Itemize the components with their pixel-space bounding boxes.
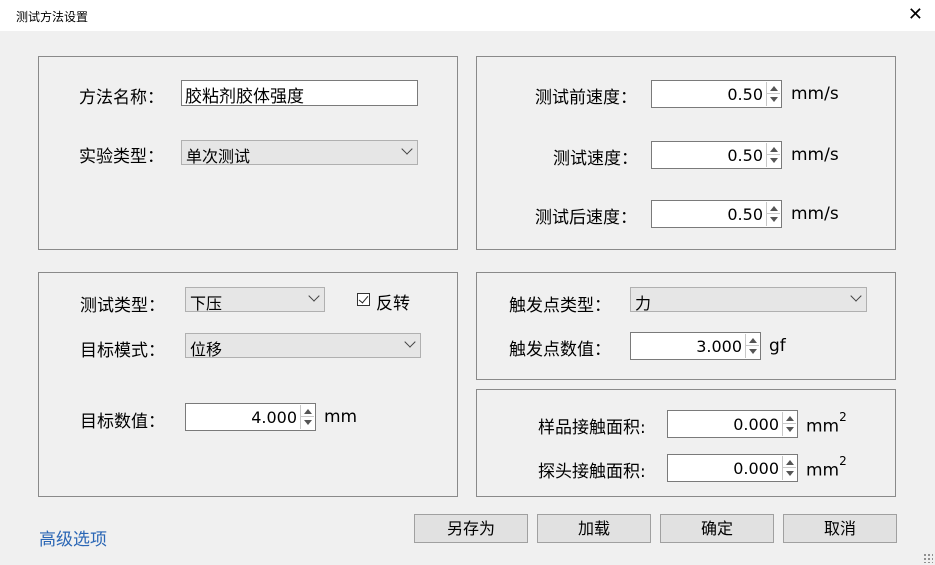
spin-buttons[interactable] xyxy=(766,82,780,106)
reverse-label: 反转 xyxy=(376,294,410,314)
pre-speed-label: 测试前速度： xyxy=(535,88,637,108)
test-speed-value: 0.50 xyxy=(727,146,763,165)
spin-up-icon[interactable] xyxy=(304,409,312,414)
spin-down-icon[interactable] xyxy=(786,427,794,432)
test-panel: 测试类型： 下压 反转 目标模式： 位移 目标数值： 4.000 mm xyxy=(38,272,458,497)
advanced-options-link[interactable]: 高级选项 xyxy=(39,525,107,550)
post-speed-label: 测试后速度： xyxy=(535,208,637,228)
method-name-label: 方法名称： xyxy=(79,88,164,108)
trigger-panel: 触发点类型： 力 触发点数值： 3.000 gf xyxy=(476,272,896,380)
chevron-down-icon xyxy=(850,290,862,302)
target-mode-value: 位移 xyxy=(190,340,223,359)
spin-down-icon[interactable] xyxy=(304,420,312,425)
save-as-button[interactable]: 另存为 xyxy=(414,514,528,543)
spin-up-icon[interactable] xyxy=(786,416,794,421)
target-mode-label: 目标模式： xyxy=(80,341,165,361)
experiment-type-select[interactable]: 单次测试 xyxy=(181,140,418,166)
test-type-value: 下压 xyxy=(190,294,223,313)
cancel-button[interactable]: 取消 xyxy=(783,514,897,543)
reverse-checkbox[interactable] xyxy=(357,293,370,306)
speed-panel: 测试前速度： 0.50 mm/s 测试速度： 0.50 mm/s 测试后速度： … xyxy=(476,56,896,250)
test-speed-unit: mm/s xyxy=(791,145,839,165)
spin-up-icon[interactable] xyxy=(749,338,757,343)
spin-down-icon[interactable] xyxy=(770,158,778,163)
spin-down-icon[interactable] xyxy=(786,471,794,476)
chevron-down-icon xyxy=(308,290,320,302)
spin-down-icon[interactable] xyxy=(770,97,778,102)
title-bar: 测试方法设置 ✕ xyxy=(0,0,935,31)
spin-buttons[interactable] xyxy=(745,334,759,358)
probe-area-input[interactable]: 0.000 xyxy=(667,454,798,482)
probe-area-value: 0.000 xyxy=(733,459,779,478)
spin-buttons[interactable] xyxy=(300,405,314,429)
sample-area-label: 样品接触面积: xyxy=(538,418,646,438)
spin-up-icon[interactable] xyxy=(786,460,794,465)
post-speed-input[interactable]: 0.50 xyxy=(651,200,782,228)
ok-button[interactable]: 确定 xyxy=(660,514,774,543)
target-value-unit: mm xyxy=(324,407,358,427)
trigger-type-value: 力 xyxy=(635,294,652,313)
trigger-value-value: 3.000 xyxy=(696,337,742,356)
spin-buttons[interactable] xyxy=(782,412,796,436)
chevron-down-icon xyxy=(404,336,416,348)
load-button[interactable]: 加载 xyxy=(537,514,651,543)
post-speed-unit: mm/s xyxy=(791,204,839,224)
trigger-value-label: 触发点数值： xyxy=(509,340,611,360)
spin-up-icon[interactable] xyxy=(770,206,778,211)
pre-speed-unit: mm/s xyxy=(791,84,839,104)
dialog-content: 方法名称： 胶粘剂胶体强度 实验类型： 单次测试 测试前速度： 0.50 mm/… xyxy=(8,31,935,565)
test-type-label: 测试类型： xyxy=(80,296,165,316)
sample-area-input[interactable]: 0.000 xyxy=(667,410,798,438)
trigger-value-input[interactable]: 3.000 xyxy=(630,332,761,360)
method-panel: 方法名称： 胶粘剂胶体强度 实验类型： 单次测试 xyxy=(38,56,458,250)
target-value-value: 4.000 xyxy=(251,408,297,427)
spin-down-icon[interactable] xyxy=(749,349,757,354)
spin-up-icon[interactable] xyxy=(770,86,778,91)
spin-buttons[interactable] xyxy=(766,143,780,167)
pre-speed-input[interactable]: 0.50 xyxy=(651,80,782,108)
probe-area-label: 探头接触面积: xyxy=(538,462,646,482)
spin-down-icon[interactable] xyxy=(770,217,778,222)
target-mode-select[interactable]: 位移 xyxy=(185,333,421,359)
experiment-type-label: 实验类型： xyxy=(79,147,164,167)
probe-area-unit: mm2 xyxy=(806,454,847,481)
area-panel: 样品接触面积: 0.000 mm2 探头接触面积: 0.000 mm2 xyxy=(476,389,896,497)
spin-up-icon[interactable] xyxy=(770,147,778,152)
trigger-value-unit: gf xyxy=(769,336,786,356)
resize-grip-icon[interactable] xyxy=(923,553,933,563)
method-name-input[interactable]: 胶粘剂胶体强度 xyxy=(181,80,418,106)
sample-area-unit: mm2 xyxy=(806,410,847,437)
trigger-type-label: 触发点类型： xyxy=(509,296,611,316)
post-speed-value: 0.50 xyxy=(727,205,763,224)
test-speed-input[interactable]: 0.50 xyxy=(651,141,782,169)
target-value-input[interactable]: 4.000 xyxy=(185,403,316,431)
experiment-type-value: 单次测试 xyxy=(186,147,251,166)
spin-buttons[interactable] xyxy=(782,456,796,480)
close-icon[interactable]: ✕ xyxy=(908,4,923,25)
test-type-select[interactable]: 下压 xyxy=(185,287,325,313)
window-title: 测试方法设置 xyxy=(16,10,89,24)
test-speed-label: 测试速度： xyxy=(553,149,638,169)
target-value-label: 目标数值： xyxy=(80,412,165,432)
pre-speed-value: 0.50 xyxy=(727,85,763,104)
chevron-down-icon xyxy=(401,143,413,155)
sample-area-value: 0.000 xyxy=(733,415,779,434)
spin-buttons[interactable] xyxy=(766,202,780,226)
trigger-type-select[interactable]: 力 xyxy=(630,287,867,313)
